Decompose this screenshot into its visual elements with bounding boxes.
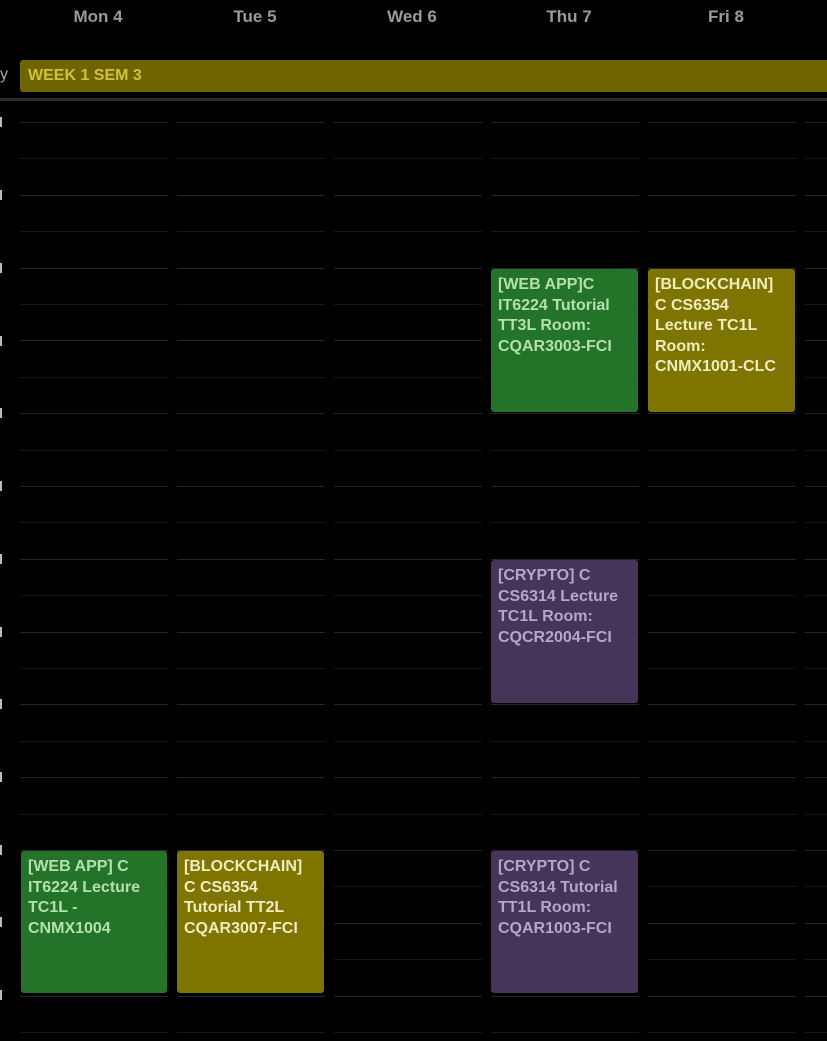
column-separator xyxy=(168,101,177,1041)
event-crypto-tutorial[interactable]: [CRYPTO] C CS6314 Tutorial TT1L Room: CQ… xyxy=(491,851,638,993)
day-header-fri[interactable]: Fri 8 xyxy=(651,7,801,29)
half-hour-gridline xyxy=(20,231,827,232)
day-header-thu[interactable]: Thu 7 xyxy=(494,7,644,29)
hour-gridline xyxy=(20,122,827,123)
half-hour-gridline xyxy=(20,522,827,523)
hour-gridline xyxy=(20,559,827,560)
hour-tick xyxy=(0,481,2,491)
hour-gridline xyxy=(20,195,827,196)
hour-tick xyxy=(0,408,2,418)
hour-tick xyxy=(0,190,2,200)
all-day-event[interactable]: WEEK 1 SEM 3 xyxy=(20,60,827,92)
hour-tick xyxy=(0,117,2,127)
event-web-app-lecture[interactable]: [WEB APP] C IT6224 Lecture TC1L - CNMX10… xyxy=(21,851,167,993)
column-separator xyxy=(325,101,334,1041)
half-hour-gridline xyxy=(20,158,827,159)
half-hour-gridline xyxy=(20,814,827,815)
hour-tick xyxy=(0,699,2,709)
hour-gridline xyxy=(20,777,827,778)
hour-tick xyxy=(0,554,2,564)
hour-gridline xyxy=(20,413,827,414)
half-hour-gridline xyxy=(20,741,827,742)
event-blockchain-lecture[interactable]: [BLOCKCHAIN] C CS6354 Lecture TC1L Room:… xyxy=(648,269,795,412)
all-day-label: y xyxy=(0,66,8,83)
hour-gridline xyxy=(20,486,827,487)
day-header-row: Mon 4 Tue 5 Wed 6 Thu 7 Fri 8 xyxy=(0,0,827,38)
half-hour-gridline xyxy=(20,1032,827,1033)
day-header-mon[interactable]: Mon 4 xyxy=(23,7,173,29)
hour-gridline xyxy=(20,632,827,633)
hour-tick xyxy=(0,990,2,1000)
half-hour-gridline xyxy=(20,450,827,451)
column-separator xyxy=(639,101,648,1041)
event-crypto-lecture[interactable]: [CRYPTO] C CS6314 Lecture TC1L Room: CQC… xyxy=(491,560,638,703)
hour-tick xyxy=(0,263,2,273)
day-header-wed[interactable]: Wed 6 xyxy=(337,7,487,29)
half-hour-gridline xyxy=(20,668,827,669)
hour-gridline xyxy=(20,996,827,997)
column-separator xyxy=(482,101,491,1041)
hour-tick xyxy=(0,772,2,782)
half-hour-gridline xyxy=(20,595,827,596)
hour-tick xyxy=(0,917,2,927)
hour-tick xyxy=(0,336,2,346)
hour-tick xyxy=(0,627,2,637)
column-separator xyxy=(796,101,805,1041)
hour-tick xyxy=(0,845,2,855)
event-web-app-tutorial[interactable]: [WEB APP]C IT6224 Tutorial TT3L Room: CQ… xyxy=(491,269,638,412)
day-header-tue[interactable]: Tue 5 xyxy=(180,7,330,29)
hour-gridline xyxy=(20,704,827,705)
event-blockchain-tutorial[interactable]: [BLOCKCHAIN] C CS6354 Tutorial TT2L CQAR… xyxy=(177,851,324,993)
